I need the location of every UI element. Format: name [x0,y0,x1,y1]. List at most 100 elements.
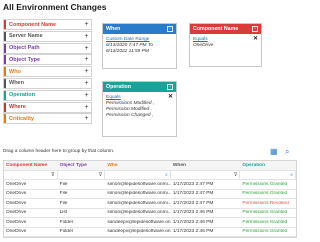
operation-card-body: Equals Permissions Modified , Permission… [103,92,176,122]
filter-color-bar [4,67,6,77]
grid-body: OneDrive File simon@lepidesoftware.onmi...… [4,180,296,237]
filter-label: Server Name [9,33,43,40]
cell-component-name: OneDrive [6,191,27,197]
cell-who: sandeepv@lepidesoftware.on... [107,229,171,235]
plus-icon[interactable]: + [82,92,91,99]
table-row[interactable]: OneDrive Folder sandeepv@lepidesoftware.on… [4,218,296,228]
plus-icon[interactable]: + [82,68,91,75]
results-grid: Component Name Object Type Who When Oper… [3,160,297,238]
grid-filter-row: ⊽ ⊽ ⌕ ⊽ ⌕ [4,171,296,180]
operation-filter-card: Operation ▫ Equals Permissions Modified … [102,81,177,137]
column-header-component-name[interactable]: Component Name [4,163,58,168]
filter-icon[interactable]: ⊽ [234,172,238,178]
filter-label: When [9,80,24,87]
when-filter-card: When ▫ Custom Date Range 6/13/2020 7:47 … [102,23,177,69]
card-title: Component Name [193,26,239,32]
cell-component-name: OneDrive [6,210,27,216]
when-card-header: When ▫ [103,24,176,34]
component-card-header: Component Name ▫ [190,24,261,34]
component-value: OneDrive [193,43,214,48]
filter-label: Component Name [9,21,57,28]
cell-object-type: File [59,191,68,197]
column-filter-cell[interactable]: ⊽ [4,171,58,179]
filter-color-bar [4,78,6,88]
column-filter-cell[interactable]: ⊽ [171,171,241,179]
filter-item[interactable]: Who + [3,66,92,78]
cell-when: 1/17/2023 2:46 PM [172,210,214,216]
cell-component-name: OneDrive [6,200,27,206]
table-row[interactable]: OneDrive File simon@lepidesoftware.onmi...… [4,199,296,209]
table-row[interactable]: OneDrive List simon@lepidesoftware.onmi...… [4,209,296,218]
plus-icon[interactable]: + [82,21,91,28]
filter-item[interactable]: Server Name + [3,30,92,42]
card-title: Operation [106,84,132,90]
calendar-icon[interactable]: ▦ [270,147,278,156]
plus-icon[interactable]: + [82,33,91,40]
column-filter-cell[interactable]: ⊽ [58,171,106,179]
cell-who: sandeepv@lepidesoftware.on... [107,219,171,225]
filter-label: Criticality [9,115,35,122]
cell-who: simon@lepidesoftware.onmi... [107,200,171,206]
column-header-when[interactable]: When [171,163,241,168]
cell-operation: Permissions Granted [242,210,288,216]
filter-color-bar [4,55,6,65]
operation-card-header: Operation ▫ [103,82,176,92]
cell-when: 1/17/2023 2:47 PM [172,191,214,197]
collapse-icon[interactable]: ▫ [252,25,258,32]
table-row[interactable]: OneDrive File simon@lepidesoftware.onmi...… [4,190,296,199]
table-row[interactable]: OneDrive File simon@lepidesoftware.onmi...… [4,180,296,190]
search-icon[interactable]: ⌕ [290,172,293,178]
cell-when: 1/17/2023 2:47 PM [172,200,214,206]
filter-item[interactable]: Operation + [3,89,92,101]
cell-component-name: OneDrive [6,219,27,225]
filter-color-bar [4,31,6,41]
filter-label: Where [9,104,26,111]
plus-icon[interactable]: + [82,115,91,122]
date-range-to: 6/13/2022 11:59 PM [106,49,149,54]
collapse-icon[interactable]: ▫ [167,25,173,32]
group-by-hint: Drag a column header here to group by th… [3,149,115,154]
plus-icon[interactable]: + [82,56,91,63]
filter-item[interactable]: When + [3,77,92,89]
filter-icon[interactable]: ⊽ [51,172,55,178]
cell-who: simon@lepidesoftware.onmi... [107,181,171,187]
cell-who: simon@lepidesoftware.onmi... [107,191,171,197]
filter-item[interactable]: Object Type + [3,54,92,66]
search-icon[interactable]: ⌕ [165,172,168,178]
table-row[interactable]: OneDrive Folder sandeepv@lepidesoftware.on… [4,228,296,237]
filter-item[interactable]: Criticality + [3,113,92,125]
filter-icon[interactable]: ⊽ [99,172,103,178]
plus-icon[interactable]: + [82,80,91,87]
column-header-who[interactable]: Who [105,163,171,168]
operation-value: Permission Changed , [106,113,154,118]
when-card-body: Custom Date Range 6/13/2020 7:47 PM To 6… [103,34,176,58]
column-filter-cell[interactable]: ⌕ [105,171,171,179]
column-header-object-type[interactable]: Object Type [58,163,106,168]
plus-icon[interactable]: + [82,45,91,52]
cell-when: 1/17/2023 2:46 PM [172,219,214,225]
filter-color-bar [4,102,6,112]
cell-who: simon@lepidesoftware.onmi... [107,210,171,216]
filter-item[interactable]: Component Name + [3,19,92,30]
cell-operation: Permissions Granted [242,219,288,225]
collapse-icon[interactable]: ▫ [167,83,173,90]
column-header-operation[interactable]: Operation [240,163,296,168]
filter-item[interactable]: Object Path + [3,42,92,54]
cell-object-type: File [59,181,68,187]
close-icon[interactable]: ✕ [253,36,258,42]
cell-object-type: File [59,200,68,206]
plus-icon[interactable]: + [82,104,91,111]
filter-label: Who [9,68,21,75]
card-title: When [106,26,121,32]
close-icon[interactable]: ✕ [168,94,173,100]
component-card-body: Equals OneDrive ✕ [190,34,261,52]
filter-list: Component Name + Server Name + Object Path… [3,19,92,125]
cell-operation: Permissions Granted [242,229,288,235]
cell-when: 1/17/2023 2:46 PM [172,229,214,235]
component-filter-card: Component Name ▫ Equals OneDrive ✕ [189,23,262,67]
search-icon[interactable]: ⌕ [285,147,289,157]
grid-header-row: Component Name Object Type Who When Oper… [4,161,296,171]
filter-label: Object Path [9,45,40,52]
filter-item[interactable]: Where + [3,101,92,113]
column-filter-cell[interactable]: ⌕ [240,171,296,179]
